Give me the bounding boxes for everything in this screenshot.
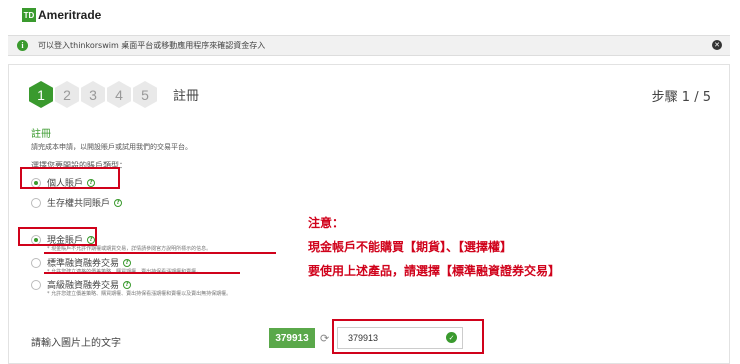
- radio-button[interactable]: [31, 197, 41, 208]
- section-title: 註冊: [31, 129, 51, 140]
- step-indicator: 1 2 3 4 5 註冊: [29, 81, 199, 108]
- step-2: 2: [55, 81, 79, 108]
- logo-mark: TD: [22, 8, 36, 22]
- help-icon[interactable]: ?: [114, 198, 123, 207]
- radio-label: 生存權共同賬戶: [47, 199, 111, 209]
- header: TD Ameritrade: [0, 0, 740, 32]
- radio-button[interactable]: [31, 279, 41, 290]
- radio-button[interactable]: [31, 257, 41, 268]
- notice-bar: i 可以登入thinkorswim 桌面平台或移動應用程序來確認資金存入 ✕: [8, 35, 730, 56]
- annotation-line-1: 注意：: [308, 216, 345, 230]
- annotation-box-individual: [20, 167, 120, 189]
- step-count: 步驟 1 / 5: [651, 90, 711, 105]
- step-4: 4: [107, 81, 131, 108]
- refresh-icon[interactable]: ⟳: [320, 332, 329, 345]
- step-3: 3: [81, 81, 105, 108]
- logo-text: Ameritrade: [38, 8, 102, 22]
- radio-joint-account[interactable]: 生存權共同賬戶 ?: [31, 196, 123, 209]
- step-title: 註冊: [173, 89, 200, 104]
- annotation-line-3: 要使用上述產品，請選擇【標準融資證券交易】: [308, 264, 561, 278]
- section-description: 請完成本申請，以開設賬戶或試用我們的交易平台。: [31, 143, 192, 151]
- help-icon[interactable]: ?: [123, 258, 132, 267]
- annotation-box-captcha: [332, 319, 484, 354]
- captcha-label: 請輸入圖片上的文字: [31, 338, 121, 349]
- close-icon[interactable]: ✕: [712, 40, 722, 50]
- td-ameritrade-logo[interactable]: TD Ameritrade: [22, 8, 101, 22]
- annotation-underline-standard: [44, 272, 240, 274]
- help-icon[interactable]: ?: [123, 280, 132, 289]
- annotation-box-cash: [18, 227, 97, 246]
- info-icon: i: [17, 40, 28, 51]
- cash-account-note: * 現金賬戶不允許作期權或期貨交易，詳情請參閱官方說明所標示的信息。: [47, 246, 212, 252]
- step-5: 5: [133, 81, 157, 108]
- advanced-margin-note: * 允許您建立價差策略、購買期權、賣出持保看漲期權和賣權以及賣出無持保期權。: [47, 291, 232, 297]
- annotation-underline-cash: [44, 252, 276, 254]
- captcha-image: 379913: [269, 328, 315, 348]
- notice-text: 可以登入thinkorswim 桌面平台或移動應用程序來確認資金存入: [38, 41, 266, 50]
- annotation-line-2: 現金帳戶不能購買【期貨】、【選擇權】: [308, 240, 513, 254]
- step-1: 1: [29, 81, 53, 108]
